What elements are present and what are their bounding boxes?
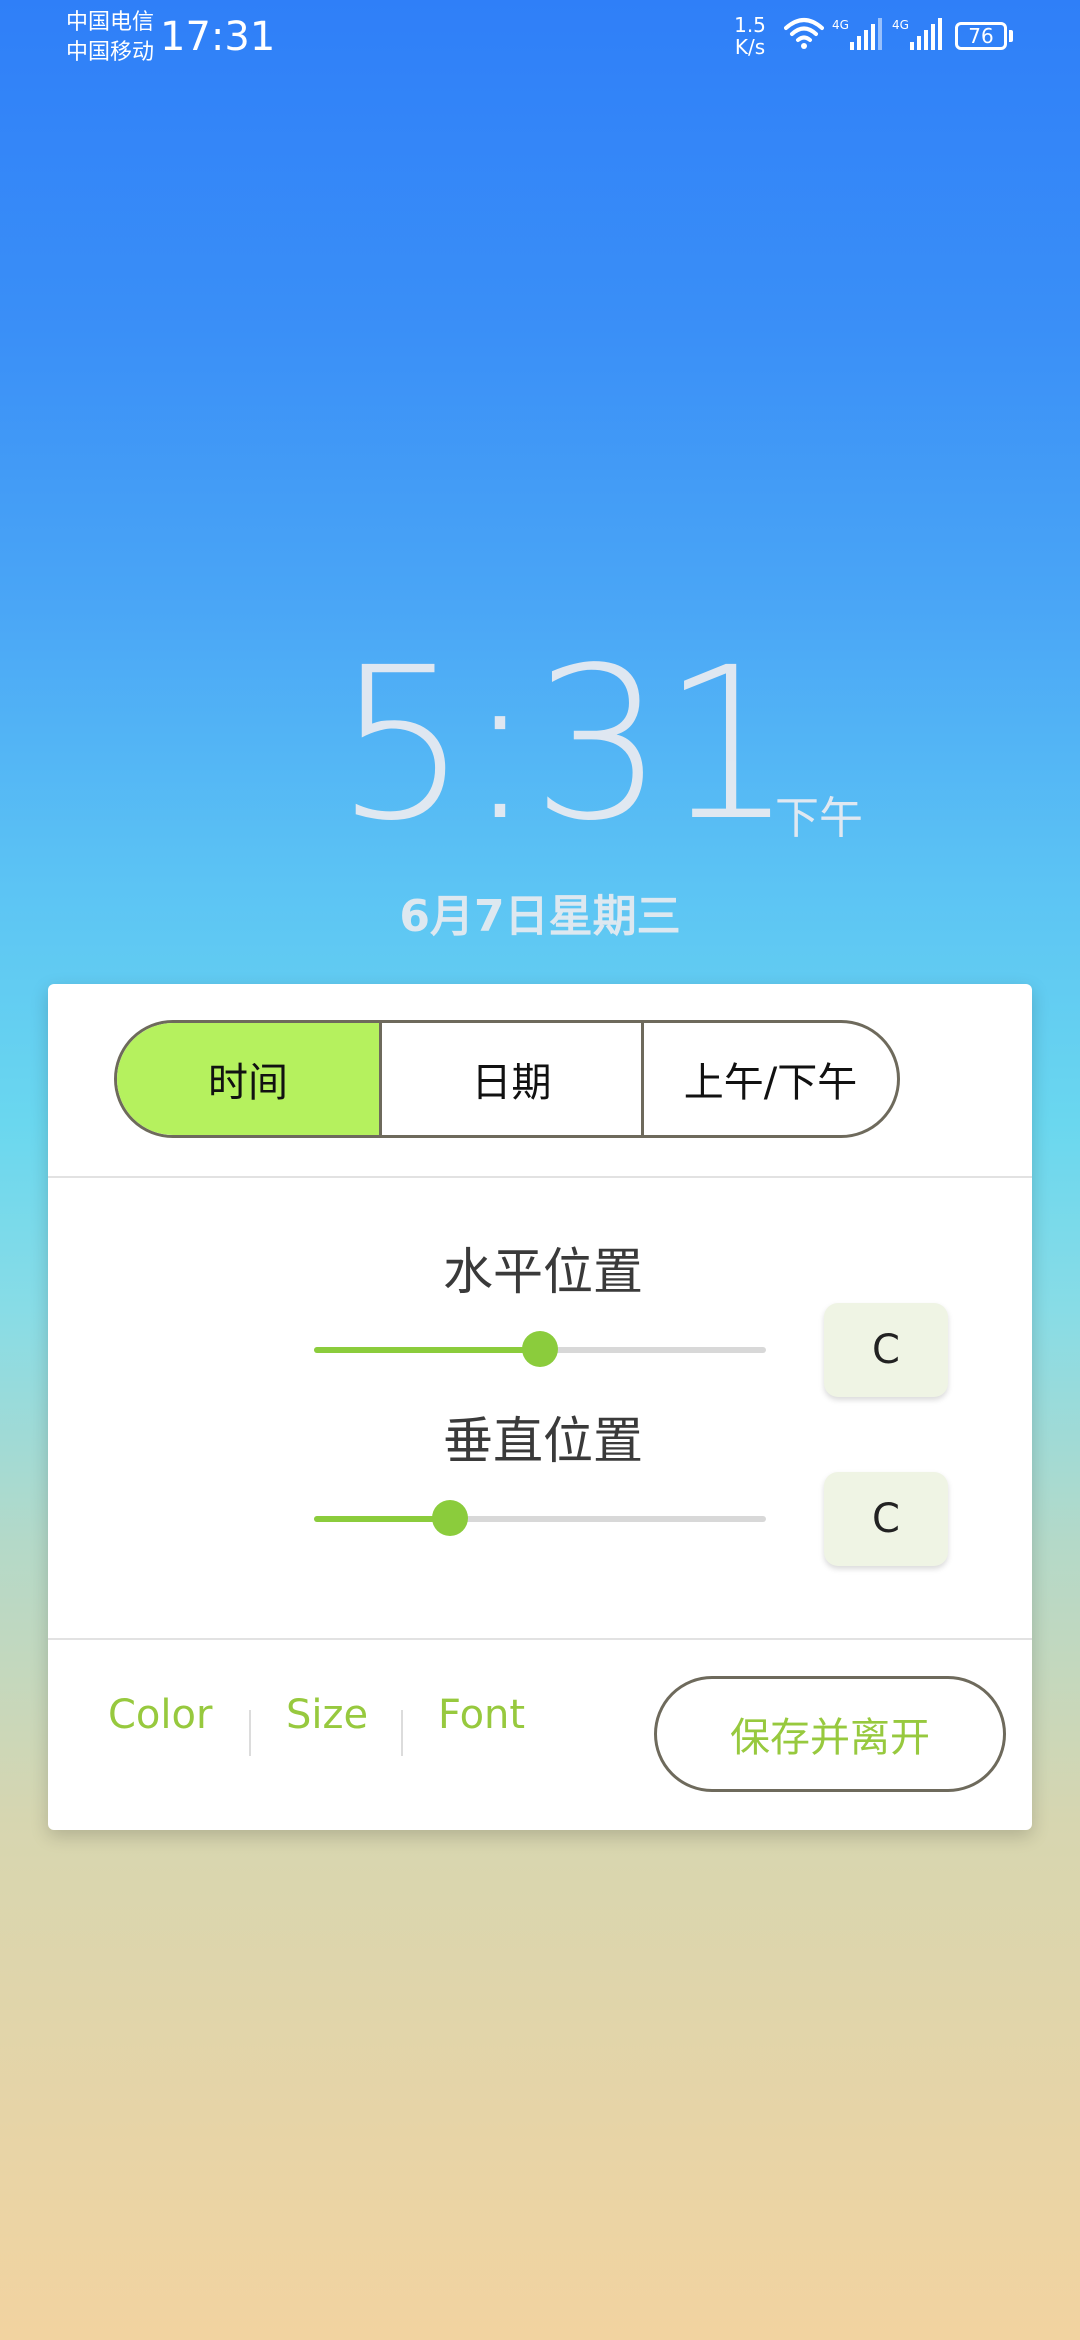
battery-level: 76: [968, 24, 994, 48]
vertical-position-title: 垂直位置: [443, 1412, 643, 1470]
horizontal-slider-thumb[interactable]: [522, 1331, 558, 1367]
toolbar-separator: [249, 1710, 251, 1756]
font-option[interactable]: Font: [438, 1692, 525, 1738]
vertical-position-slider[interactable]: [314, 1500, 766, 1536]
net-speed-value: 1.5: [734, 13, 766, 37]
vertical-reset-button[interactable]: C: [824, 1472, 948, 1566]
divider-top: [48, 1176, 1032, 1178]
status-bar: 中国电信 中国移动 17:31 1.5 K/s 4G 4G 76: [0, 0, 1080, 80]
tab-date[interactable]: 日期: [379, 1023, 641, 1135]
vertical-slider-fill: [314, 1516, 450, 1522]
settings-panel: 时间 日期 上午/下午 水平位置 C 垂直位置 C Color Size Fon…: [48, 984, 1032, 1830]
carrier-1: 中国电信: [66, 10, 155, 35]
lock-clock-date: 6月7日星期三: [399, 891, 681, 942]
lock-clock-time: 5:31: [335, 622, 795, 867]
status-clock: 17:31: [160, 14, 276, 60]
lock-clock-ampm: 下午: [775, 793, 863, 844]
wifi-icon: [784, 18, 824, 49]
network-speed: 1.5 K/s: [730, 14, 770, 58]
size-option[interactable]: Size: [286, 1692, 368, 1738]
battery-tip: [1009, 30, 1013, 42]
horizontal-position-slider[interactable]: [314, 1331, 766, 1367]
divider-bottom: [48, 1638, 1032, 1640]
element-selector: 时间 日期 上午/下午: [114, 1020, 900, 1138]
tab-time[interactable]: 时间: [117, 1023, 379, 1135]
tab-ampm[interactable]: 上午/下午: [641, 1023, 897, 1135]
signal-1-icon: [850, 18, 882, 50]
vertical-slider-thumb[interactable]: [431, 1500, 468, 1536]
battery-icon: 76: [955, 22, 1007, 50]
signal-1-type: 4G: [832, 18, 849, 32]
horizontal-slider-fill: [314, 1347, 540, 1353]
net-speed-unit: K/s: [734, 35, 766, 59]
horizontal-reset-button[interactable]: C: [824, 1303, 948, 1397]
horizontal-position-title: 水平位置: [443, 1243, 643, 1301]
toolbar-separator: [401, 1710, 403, 1756]
save-and-exit-button[interactable]: 保存并离开: [654, 1676, 1006, 1792]
signal-2-icon: [910, 18, 942, 50]
signal-2-type: 4G: [892, 18, 909, 32]
carrier-2: 中国移动: [66, 40, 155, 65]
color-option[interactable]: Color: [108, 1692, 212, 1738]
lock-screen: 中国电信 中国移动 17:31 1.5 K/s 4G 4G 76 5:31 下午…: [0, 0, 1080, 2340]
carrier-info: 中国电信 中国移动: [66, 8, 154, 68]
